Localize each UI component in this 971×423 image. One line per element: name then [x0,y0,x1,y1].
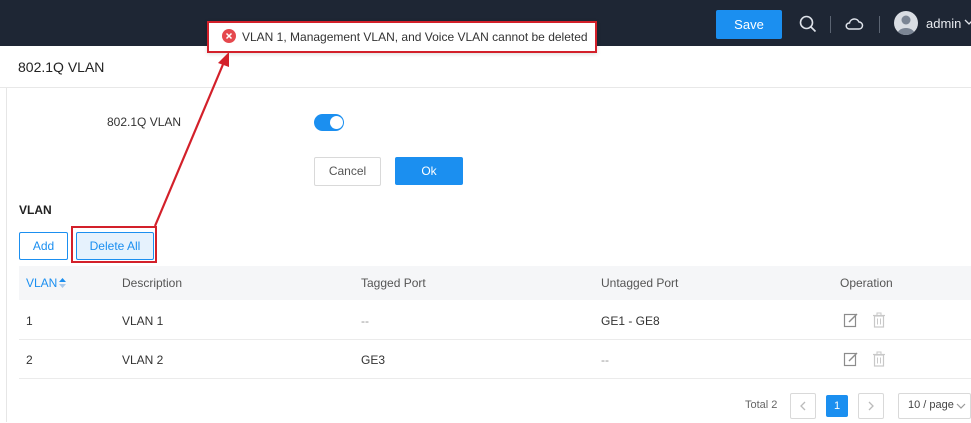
toggle-knob [330,116,343,129]
page-size-value: 10 / page [908,399,954,411]
table-cell-tagged-port: -- [361,314,369,328]
column-header-vlan[interactable]: VLAN [26,276,57,290]
chevron-down-icon[interactable] [964,17,971,27]
column-header-untagged-port: Untagged Port [601,276,679,290]
cancel-button[interactable]: Cancel [314,157,381,186]
column-header-description: Description [122,276,183,290]
edit-icon[interactable] [843,351,859,367]
pagination-total: Total 2 [745,399,778,411]
page-title: 802.1Q VLAN [18,59,105,75]
topbar-divider [830,16,831,33]
table-cell-untagged-port: -- [601,353,609,367]
section-title: VLAN [19,203,52,217]
sort-icon[interactable] [59,278,66,288]
table-cell-tagged-port: GE3 [361,353,386,367]
cloud-icon[interactable] [843,13,865,35]
delete-icon[interactable] [871,312,887,328]
error-icon [222,29,236,43]
error-message-text: VLAN 1, Management VLAN, and Voice VLAN … [242,30,588,44]
edit-icon[interactable] [843,312,859,328]
chevron-right-icon [868,401,874,411]
table-cell-vlan: 2 [26,353,33,367]
row-divider [19,339,971,340]
table-cell-untagged-port: GE1 - GE8 [601,314,660,328]
column-header-tagged-port: Tagged Port [361,276,426,290]
chevron-left-icon [800,401,806,411]
chevron-down-icon [956,403,966,409]
pagination-next-button[interactable] [858,393,884,419]
save-button[interactable]: Save [716,10,782,39]
user-name[interactable]: admin [926,16,961,31]
topbar-divider [879,16,880,33]
delete-icon[interactable] [871,351,887,367]
pagination-prev-button[interactable] [790,393,816,419]
ok-button[interactable]: Ok [395,157,463,185]
table-cell-description: VLAN 1 [122,314,164,328]
content-border [6,88,7,422]
pagination-page-current[interactable]: 1 [826,395,848,417]
add-button[interactable]: Add [19,232,68,260]
search-icon[interactable] [797,13,819,35]
column-header-operation: Operation [840,276,893,290]
user-icon [897,15,915,35]
highlight-box [71,226,157,263]
table-cell-description: VLAN 2 [122,353,164,367]
vlan-enable-label: 802.1Q VLAN [107,115,182,129]
table-cell-vlan: 1 [26,314,33,328]
row-divider [19,378,971,379]
avatar[interactable] [894,11,918,35]
